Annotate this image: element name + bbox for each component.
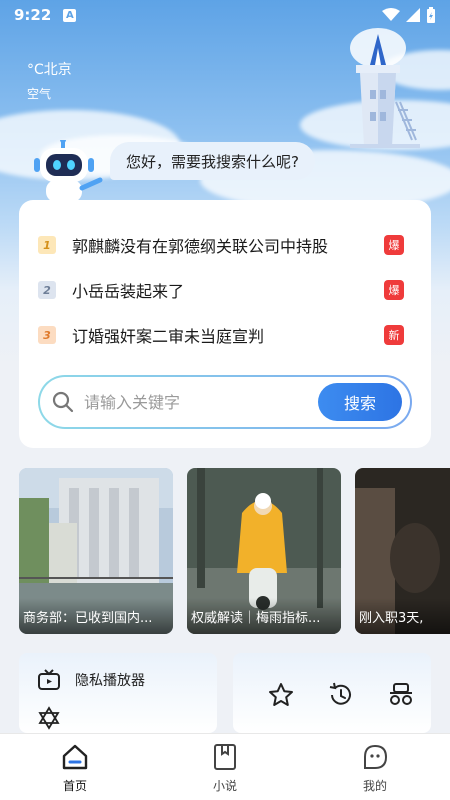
rank-badge: 1 [38,236,56,254]
private-player-label: 隐私播放器 [75,673,145,689]
search-input[interactable] [84,392,318,412]
profile-icon [364,744,388,769]
nav-tab-profile[interactable]: 我的 [300,734,450,800]
book-icon [214,744,236,770]
rank-badge: 3 [38,326,56,344]
news-card[interactable]: 权威解读｜梅雨指标... [187,468,341,634]
news-caption: 商务部：已收到国内... [19,598,173,634]
hot-badge: 爆 [384,280,404,300]
news-card[interactable]: 商务部：已收到国内... [19,468,173,634]
news-caption: 刚入职3天, [355,598,450,634]
home-icon [62,744,88,770]
news-card[interactable]: 刚入职3天, [355,468,450,634]
nav-tab-home[interactable]: 首页 [0,734,150,800]
hot-list-title: 小岳岳装起来了 [72,282,185,301]
rank-badge: 2 [38,281,56,299]
hot-list-item[interactable]: 2 小岳岳装起来了 爆 [38,278,404,302]
hot-list-item[interactable]: 1 郭麒麟没有在郭德纲关联公司中持股 爆 [38,233,404,257]
bottom-navigation: 首页 小说 我的 [0,733,450,800]
news-carousel[interactable]: 商务部：已收到国内... 权威解读｜梅雨指标... 刚入职3天, [19,468,450,634]
hot-list-title: 郭麒麟没有在郭德纲关联公司中持股 [72,237,329,256]
star-of-david-entry[interactable] [37,706,61,730]
hot-badge: 爆 [384,235,404,255]
hangar-icon[interactable] [387,681,415,709]
search-icon [52,391,74,413]
hot-badge: 新 [384,325,404,345]
star-of-david-icon [38,706,60,730]
weather-air-quality[interactable]: 空气 [27,85,51,102]
search-button[interactable]: 搜索 [318,383,402,421]
assistant-greeting-bubble: 您好，需要我搜索什么呢? [110,142,315,180]
hot-list-item[interactable]: 3 订婚强奸案二审未当庭宣判 新 [38,323,404,347]
history-icon[interactable] [327,681,355,709]
status-time: 9:22 [14,6,52,24]
nav-tab-novel[interactable]: 小说 [150,734,300,800]
news-caption: 权威解读｜梅雨指标... [187,598,341,634]
hot-search-card: 1 郭麒麟没有在郭德纲关联公司中持股 爆 2 小岳岳装起来了 爆 3 订婚强奸案… [19,200,431,448]
hot-list-title: 订婚强奸案二审未当庭宣判 [72,327,265,346]
nav-label: 小说 [212,779,237,793]
lighthouse-illustration [350,28,420,148]
weather-temp-city[interactable]: °C北京 [27,59,72,79]
private-player-entry[interactable]: 隐私播放器 [37,669,145,691]
private-tools-card: 隐私播放器 [19,653,217,733]
tv-icon [38,669,60,690]
nav-label: 我的 [362,779,387,793]
favorites-star-icon[interactable] [267,681,295,709]
nav-label: 首页 [62,779,87,793]
search-bar: 搜索 [38,375,412,429]
quick-actions-card [233,653,431,733]
status-indicator-icon: A [63,8,77,22]
